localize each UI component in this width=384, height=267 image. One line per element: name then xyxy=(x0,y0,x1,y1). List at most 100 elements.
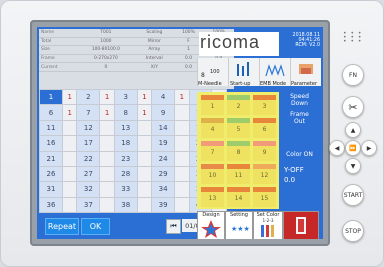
repeat-button[interactable]: Repeat xyxy=(45,218,79,235)
needle-12[interactable]: 12 xyxy=(253,164,276,184)
needle-8[interactable]: 8 xyxy=(227,141,250,161)
needle-cell[interactable] xyxy=(99,150,115,167)
set-color-tile[interactable]: Set Color 1-2-3 xyxy=(253,211,283,239)
needle-cell[interactable]: 1 xyxy=(61,88,78,106)
needle-cell[interactable]: 1 xyxy=(136,104,153,121)
down-arrow-button[interactable]: ▼ xyxy=(345,158,361,174)
needle-cell[interactable]: 1 xyxy=(174,88,190,106)
needle-cell[interactable] xyxy=(136,150,153,167)
color-step-cell[interactable]: 28 xyxy=(113,165,138,183)
color-step-cell[interactable]: 34 xyxy=(151,181,176,198)
color-step-cell[interactable]: 31 xyxy=(39,181,63,198)
needle-cell[interactable] xyxy=(174,165,190,183)
needle-9[interactable]: 9 xyxy=(253,141,276,161)
needle-5[interactable]: 5 xyxy=(227,118,250,138)
color-step-cell[interactable]: 22 xyxy=(76,150,101,167)
color-step-cell[interactable]: 29 xyxy=(151,165,176,183)
needle-cell[interactable] xyxy=(174,181,190,198)
color-step-cell[interactable]: 21 xyxy=(39,150,63,167)
needle-cell[interactable]: 1 xyxy=(99,104,115,121)
needle-cell[interactable] xyxy=(136,135,153,152)
needle-cell[interactable] xyxy=(99,196,115,214)
color-step-cell[interactable]: 13 xyxy=(113,119,138,137)
color-step-cell[interactable]: 16 xyxy=(39,135,63,152)
color-step-cell[interactable]: 12 xyxy=(76,119,101,137)
color-step-cell[interactable]: 8 xyxy=(113,104,138,121)
color-step-cell[interactable]: 6 xyxy=(39,104,63,121)
needle-cell[interactable]: 1 xyxy=(61,104,78,121)
needle-cell[interactable] xyxy=(99,135,115,152)
needle-cell[interactable] xyxy=(61,181,78,198)
frame-out-button[interactable]: Frame Out xyxy=(285,111,314,125)
needle-11[interactable]: 11 xyxy=(227,164,250,184)
needle-14[interactable]: 14 xyxy=(227,187,250,207)
up-arrow-button[interactable]: ▲ xyxy=(345,122,361,138)
needle-2[interactable]: 2 xyxy=(227,95,250,115)
stop-button[interactable]: STOP xyxy=(342,220,364,242)
needle-13[interactable]: 13 xyxy=(201,187,224,207)
speed-down-button[interactable]: Speed Down xyxy=(285,93,314,107)
exit-tile[interactable] xyxy=(283,211,319,239)
needle-cell[interactable] xyxy=(136,181,153,198)
needle-cell[interactable] xyxy=(136,119,153,137)
color-step-cell[interactable]: 24 xyxy=(151,150,176,167)
needle-cell[interactable] xyxy=(99,181,115,198)
fn-button[interactable]: FN xyxy=(342,64,364,86)
color-step-cell[interactable]: 23 xyxy=(113,150,138,167)
needle-15[interactable]: 15 xyxy=(253,187,276,207)
scissors-button[interactable]: ✂ xyxy=(342,96,364,118)
skip-first-icon[interactable]: ⏮ xyxy=(166,219,181,234)
color-step-cell[interactable]: 36 xyxy=(39,196,63,214)
needle-cell[interactable] xyxy=(99,119,115,137)
needle-cell[interactable]: 1 xyxy=(136,88,153,106)
left-arrow-button[interactable]: ◀ xyxy=(329,140,345,156)
needle-cell[interactable] xyxy=(99,165,115,183)
color-step-cell[interactable]: 26 xyxy=(39,165,63,183)
needle-cell[interactable] xyxy=(61,196,78,214)
needle-7[interactable]: 7 xyxy=(201,141,224,161)
color-step-cell[interactable]: 2 xyxy=(76,88,101,106)
needle-cell[interactable] xyxy=(61,119,78,137)
ok-button[interactable]: OK xyxy=(81,218,110,235)
color-step-cell[interactable]: 17 xyxy=(76,135,101,152)
right-arrow-button[interactable]: ▶ xyxy=(361,140,377,156)
color-step-cell[interactable]: 3 xyxy=(113,88,138,106)
up-arrow-icon: ▲ xyxy=(350,126,356,134)
design-tile[interactable]: Design xyxy=(197,211,225,239)
color-step-cell[interactable]: 33 xyxy=(113,181,138,198)
needle-cell[interactable] xyxy=(174,196,190,214)
color-step-cell[interactable]: 38 xyxy=(113,196,138,214)
color-step-cell[interactable]: 37 xyxy=(76,196,101,214)
needle-3[interactable]: 3 xyxy=(253,95,276,115)
color-step-cell[interactable]: 9 xyxy=(151,104,176,121)
needle-cell[interactable] xyxy=(136,165,153,183)
center-button[interactable]: ⏩ xyxy=(345,140,361,156)
color-step-cell[interactable]: 4 xyxy=(151,88,176,106)
color-step-cell[interactable]: 7 xyxy=(76,104,101,121)
needle-cell[interactable] xyxy=(136,196,153,214)
needle-cell[interactable] xyxy=(174,135,190,152)
color-step-cell[interactable]: 39 xyxy=(151,196,176,214)
needle-cell[interactable] xyxy=(174,119,190,137)
start-button[interactable]: START xyxy=(342,184,364,206)
info-cell: Total xyxy=(39,37,77,47)
color-step-cell[interactable]: 27 xyxy=(76,165,101,183)
color-step-cell[interactable]: 19 xyxy=(151,135,176,152)
needle-cell[interactable]: 1 xyxy=(99,88,115,106)
color-step-cell[interactable]: 18 xyxy=(113,135,138,152)
needle-10[interactable]: 10 xyxy=(201,164,224,184)
needle-cell[interactable] xyxy=(61,135,78,152)
needle-6[interactable]: 6 xyxy=(253,118,276,138)
needle-1[interactable]: 1 xyxy=(201,95,224,115)
needle-4[interactable]: 4 xyxy=(201,118,224,138)
needle-cell[interactable] xyxy=(174,150,190,167)
color-step-cell[interactable]: 14 xyxy=(151,119,176,137)
color-step-cell[interactable]: 32 xyxy=(76,181,101,198)
needle-cell[interactable] xyxy=(61,150,78,167)
needle-cell[interactable] xyxy=(174,104,190,121)
needle-cell[interactable] xyxy=(61,165,78,183)
color-step-cell[interactable]: 1 xyxy=(39,88,63,106)
color-on-button[interactable]: Color ON xyxy=(285,151,314,158)
color-step-cell[interactable]: 11 xyxy=(39,119,63,137)
setting-tile[interactable]: Setting ★★★ xyxy=(225,211,253,239)
